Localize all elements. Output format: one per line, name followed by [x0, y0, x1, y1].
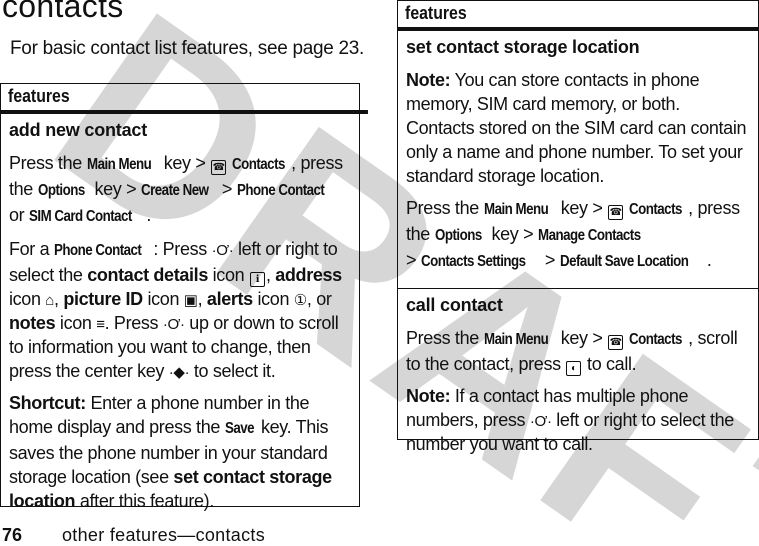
features-table-right: features set contact storage location No…	[397, 0, 759, 454]
navigation-key-icon: ·Ơ·	[529, 413, 552, 430]
table-header: features	[398, 1, 759, 31]
feature-set-contact-storage-location: set contact storage location Note: You c…	[398, 31, 758, 288]
feature-title: call contact	[406, 295, 503, 315]
shortcut-paragraph: Shortcut: Enter a phone number in the ho…	[9, 393, 332, 511]
notes-icon: ≡	[96, 316, 105, 333]
menu-contacts: Contacts	[231, 156, 285, 173]
key-main-menu: Main Menu	[86, 156, 152, 173]
menu-manage-contacts: Manage Contacts	[537, 227, 641, 244]
key-main-menu: Main Menu	[483, 331, 549, 348]
feature-title: set contact storage location	[406, 37, 640, 57]
page-title: contacts	[2, 0, 124, 24]
instruction-paragraph: For a Phone Contact: Press ·Ơ· left or r…	[9, 239, 342, 381]
feature-title: add new contact	[9, 120, 148, 140]
contacts-icon: ☎	[211, 160, 227, 175]
send-key-icon: ◐	[566, 361, 582, 376]
features-table-left: features add new contact Press the Main …	[0, 83, 368, 511]
menu-phone-contact: Phone Contact	[53, 242, 142, 259]
running-footer: other features—contacts	[62, 525, 266, 545]
table-header: features	[1, 84, 368, 114]
navigation-key-icon: ·Ơ·	[162, 316, 185, 333]
address-icon: ⌂	[45, 292, 54, 309]
menu-contacts-settings: Contacts Settings	[420, 253, 526, 270]
instruction-paragraph: Press the Main Menu key > ☎ Contacts, sc…	[406, 328, 738, 376]
contacts-icon: ☎	[608, 335, 624, 350]
key-save: Save	[224, 420, 255, 437]
contacts-icon: ☎	[608, 205, 624, 220]
alerts-icon: ①	[293, 292, 307, 309]
menu-default-save-location: Default Save Location	[559, 253, 689, 270]
feature-add-new-contact: add new contact Press the Main Menu key …	[1, 114, 359, 527]
menu-phone-contact: Phone Contact	[236, 182, 325, 199]
instruction-paragraph: Press the Main Menu key > ☎ Contacts, pr…	[9, 151, 351, 229]
menu-contacts: Contacts	[628, 201, 682, 218]
contact-details-icon: ℹ	[249, 272, 265, 287]
center-key-icon: ·◆·	[168, 364, 190, 381]
instruction-paragraph: Press the Main Menu key > ☎ Contacts, pr…	[406, 196, 750, 274]
picture-id-icon: ▣	[183, 292, 198, 309]
menu-create-new: Create New	[140, 182, 209, 199]
menu-contacts: Contacts	[628, 331, 682, 348]
key-main-menu: Main Menu	[483, 201, 549, 218]
menu-sim-card-contact: SIM Card Contact	[28, 208, 132, 225]
navigation-key-icon: ·Ơ·	[211, 242, 234, 259]
key-options: Options	[37, 182, 85, 199]
intro-text: For basic contact list features, see pag…	[10, 38, 365, 59]
note-paragraph: Note: If a contact has multiple phone nu…	[406, 386, 734, 454]
key-options: Options	[434, 227, 482, 244]
note-paragraph: Note: You can store contacts in phone me…	[406, 70, 747, 186]
feature-call-contact: call contact Press the Main Menu key > ☎…	[398, 288, 758, 470]
page-number: 76	[2, 525, 23, 545]
